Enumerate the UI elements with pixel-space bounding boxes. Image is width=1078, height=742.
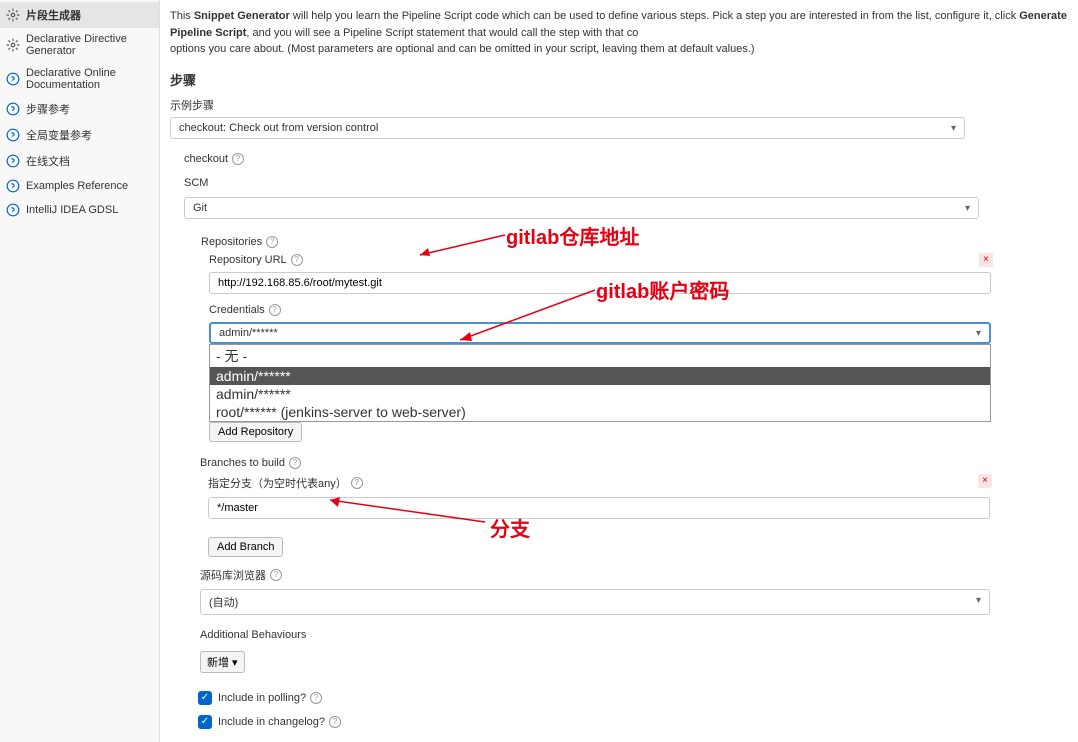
browser-label: 源码库浏览器 ? [200,567,1078,583]
sidebar-label: 步骤参考 [26,101,70,117]
help-icon [6,102,20,116]
sidebar-item-snippet-generator[interactable]: 片段生成器 [0,2,159,28]
help-icon [6,154,20,168]
help-icon[interactable]: ? [291,254,303,266]
sidebar-label: IntelliJ IDEA GDSL [26,204,118,216]
branches-label: Branches to build ? [200,457,1078,469]
sidebar-item-global-ref[interactable]: 全局变量参考 [0,122,159,148]
help-icon[interactable]: ? [266,236,278,248]
sidebar-item-step-ref[interactable]: 步骤参考 [0,96,159,122]
branch-input[interactable] [208,497,990,519]
sidebar: 片段生成器 Declarative Directive Generator De… [0,0,160,742]
cred-option-admin1[interactable]: admin/****** [210,367,990,385]
close-icon[interactable]: × [979,253,993,267]
sidebar-item-online-wendang[interactable]: 在线文档 [0,148,159,174]
cred-option-root[interactable]: root/****** (jenkins-server to web-serve… [210,403,990,421]
additional-label: Additional Behaviours [200,629,1078,641]
sidebar-label: 片段生成器 [26,7,81,23]
branch-spec-label: 指定分支（为空时代表any） ? [208,475,990,491]
changelog-checkbox-row: ✓ Include in changelog? ? [198,715,1078,729]
polling-checkbox-row: ✓ Include in polling? ? [198,691,1078,705]
cred-option-none[interactable]: - 无 - [210,345,990,367]
sidebar-item-examples[interactable]: Examples Reference [0,174,159,198]
gear-icon [6,8,20,22]
credentials-dropdown: - 无 - admin/****** admin/****** root/***… [209,344,991,422]
cred-option-admin2[interactable]: admin/****** [210,385,990,403]
section-title: 步骤 [170,70,1078,89]
changelog-label: Include in changelog? [218,716,325,728]
chevron-down-icon [976,327,981,339]
sample-step-select[interactable]: checkout: Check out from version control [170,117,965,139]
gear-icon [6,38,20,52]
help-icon[interactable]: ? [270,569,282,581]
repositories-label: Repositories ? [201,236,1077,248]
sidebar-item-online-docs[interactable]: Declarative Online Documentation [0,62,159,96]
intro-text: This Snippet Generator will help you lea… [170,8,1078,58]
sidebar-item-intellij[interactable]: IntelliJ IDEA GDSL [0,198,159,222]
help-icon [6,128,20,142]
help-icon[interactable]: ? [232,153,244,165]
credentials-select[interactable]: admin/****** [209,322,991,344]
main-content: This Snippet Generator will help you lea… [160,0,1078,742]
repo-url-label: Repository URL ? [209,254,991,266]
help-icon[interactable]: ? [329,716,341,728]
help-icon [6,179,20,193]
sidebar-item-directive-generator[interactable]: Declarative Directive Generator [0,28,159,62]
polling-checkbox[interactable]: ✓ [198,691,212,705]
help-icon[interactable]: ? [289,457,301,469]
sidebar-label: Declarative Directive Generator [26,33,153,57]
repo-url-input[interactable] [209,272,991,294]
scm-select[interactable]: Git [184,197,979,219]
sidebar-label: Declarative Online Documentation [26,67,153,91]
changelog-checkbox[interactable]: ✓ [198,715,212,729]
checkout-label: checkout ? [184,153,1078,165]
scm-label: SCM [184,177,1078,189]
sample-step-label: 示例步骤 [170,97,1078,113]
sidebar-label: 全局变量参考 [26,127,92,143]
help-icon[interactable]: ? [269,304,281,316]
chevron-down-icon [965,202,970,214]
add-behavior-button[interactable]: 新增 ▾ [200,651,245,673]
help-icon [6,72,20,86]
help-icon [6,203,20,217]
credentials-label: Credentials ? [209,304,991,316]
help-icon[interactable]: ? [310,692,322,704]
sidebar-label: 在线文档 [26,153,70,169]
help-icon[interactable]: ? [351,477,363,489]
chevron-down-icon [951,122,956,134]
close-icon[interactable]: × [978,474,992,488]
browser-select[interactable]: (自动) [200,589,990,615]
polling-label: Include in polling? [218,692,306,704]
add-repository-button[interactable]: Add Repository [209,422,302,442]
add-branch-button[interactable]: Add Branch [208,537,283,557]
sidebar-label: Examples Reference [26,180,128,192]
chevron-down-icon [976,594,981,610]
